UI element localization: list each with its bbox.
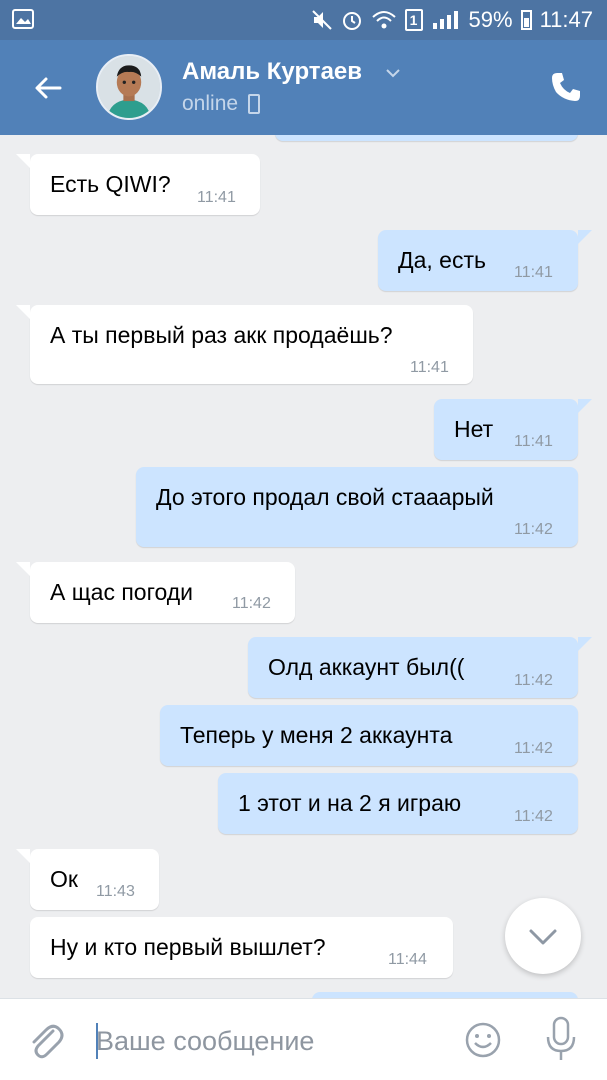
message-text: А ты первый раз акк продаёшь? — [50, 322, 393, 348]
message-list[interactable]: Есть QIWI? 11:41 Да, есть 11:41 А ты пер… — [0, 135, 607, 998]
message-text: А щас погоди — [50, 579, 194, 605]
avatar[interactable] — [96, 54, 162, 120]
message-time: 11:41 — [197, 189, 236, 206]
alarm-icon — [342, 12, 361, 30]
message-bubble[interactable]: Ну и кто первый вышлет? 11:44 — [30, 917, 453, 978]
scroll-down-button[interactable] — [505, 898, 581, 974]
smile-icon[interactable] — [464, 1021, 502, 1059]
message-bubble[interactable]: А ты первый раз акк продаёшь? 11:41 — [16, 305, 473, 384]
chevron-down-icon — [529, 929, 557, 945]
contact-status: online — [182, 92, 239, 115]
contact-name[interactable]: Амаль Куртаев — [182, 58, 362, 86]
message-time: 11:42 — [514, 808, 553, 825]
message-time: 11:42 — [232, 595, 271, 612]
message-time: 11:43 — [96, 883, 135, 900]
message-bubble[interactable]: Есть QIWI? 11:41 — [16, 154, 260, 215]
message-time: 11:42 — [514, 740, 553, 757]
message-bubble[interactable]: Теперь у меня 2 аккаунта 11:42 — [160, 705, 578, 766]
message-text: Да, есть — [398, 247, 486, 273]
battery-icon — [520, 10, 532, 30]
chevron-down-icon[interactable] — [384, 64, 402, 82]
phone-icon[interactable] — [549, 70, 583, 104]
chat-header: Амаль Куртаев online — [0, 40, 607, 135]
message-text: Олд аккаунт был(( — [268, 654, 465, 680]
microphone-icon[interactable] — [544, 1015, 578, 1063]
message-bubble[interactable]: А щас погоди 11:42 — [16, 562, 295, 623]
message-text: До этого продал свой стааарый — [156, 484, 494, 510]
battery-percent: 59% — [468, 7, 513, 32]
mute-icon — [311, 10, 332, 30]
composer-bar — [0, 998, 607, 1080]
message-input[interactable] — [96, 1019, 436, 1063]
sim-icon: 1 — [404, 9, 423, 31]
message-bubble[interactable]: Да, есть 11:41 — [378, 230, 592, 291]
gallery-icon — [12, 9, 34, 29]
status-bar: 1 59% 11:47 — [0, 0, 607, 40]
message-text: Теперь у меня 2 аккаунта — [180, 722, 453, 748]
message-bubble[interactable]: 1 этот и на 2 я играю 11:42 — [218, 773, 578, 834]
message-text: Ок — [50, 866, 78, 892]
message-time: 11:44 — [388, 951, 427, 968]
message-time: 11:41 — [514, 264, 553, 281]
paperclip-icon[interactable] — [26, 1019, 66, 1063]
back-arrow-icon[interactable] — [28, 68, 68, 108]
message-time: 11:42 — [514, 672, 553, 689]
message-bubble[interactable]: Ок 11:43 — [16, 849, 159, 910]
status-icons: 1 59% 11:47 — [311, 6, 593, 34]
message-bubble[interactable]: До этого продал свой стааарый 11:42 — [136, 467, 578, 547]
mobile-device-icon — [248, 94, 260, 114]
message-time: 11:42 — [514, 521, 553, 538]
message-text: 1 этот и на 2 я играю — [238, 790, 462, 816]
message-bubble-partial — [275, 135, 578, 141]
avatar-image — [98, 56, 160, 118]
message-text: Нет — [454, 416, 494, 442]
message-text: Ну и кто первый вышлет? — [50, 934, 326, 960]
message-bubble[interactable]: Нет 11:41 — [434, 399, 592, 460]
message-time: 11:41 — [410, 359, 449, 376]
message-text: Есть QIWI? — [50, 171, 171, 197]
signal-icon — [432, 11, 458, 29]
message-bubble[interactable]: Олд аккаунт был(( 11:42 — [248, 637, 592, 698]
wifi-icon — [371, 11, 396, 29]
message-time: 11:41 — [514, 433, 553, 450]
clock: 11:47 — [539, 7, 593, 32]
